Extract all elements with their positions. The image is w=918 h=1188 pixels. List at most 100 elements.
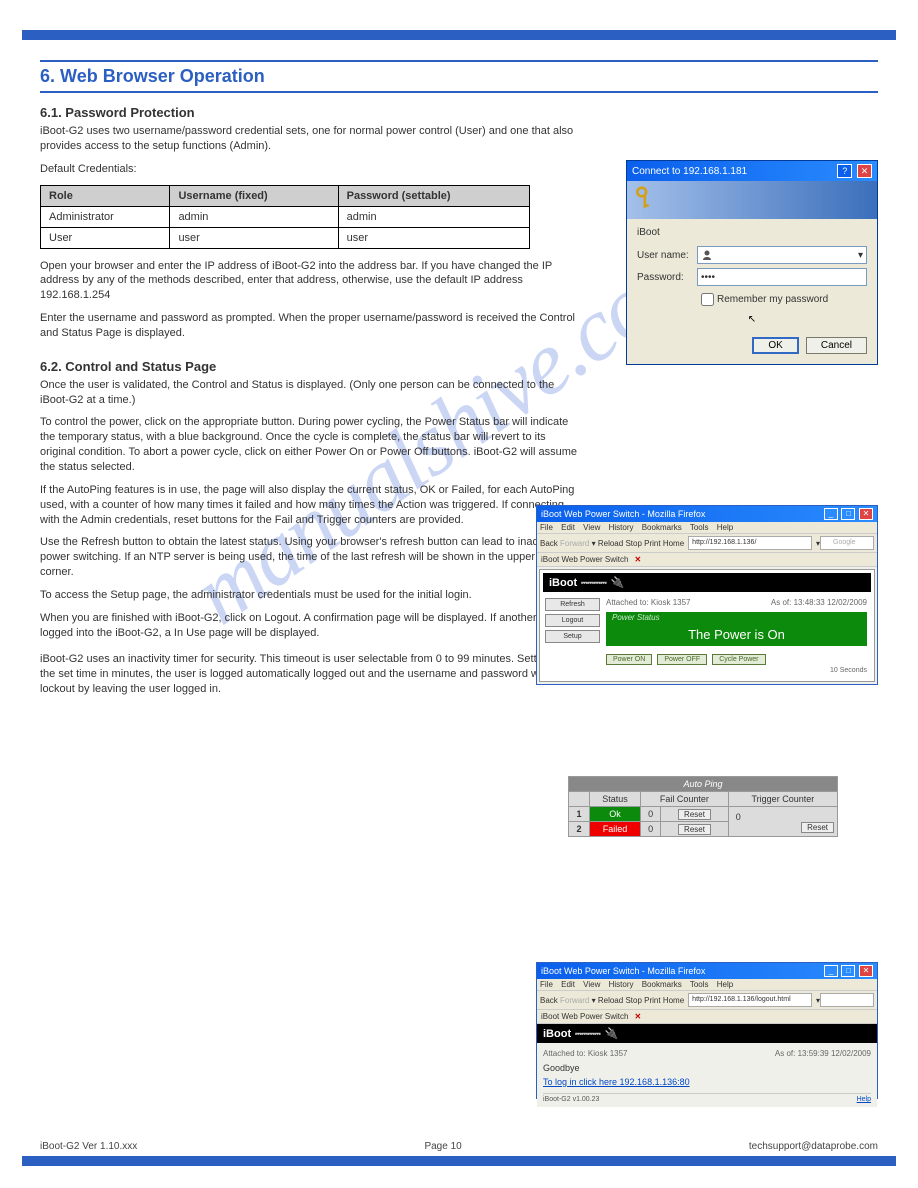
cycle-time: 10 Seconds xyxy=(606,667,867,674)
power-on-button[interactable]: Power ON xyxy=(606,654,652,665)
sub1-p2: Default Credentials: xyxy=(40,162,580,177)
sub1-p1: iBoot-G2 uses two username/password cred… xyxy=(40,124,580,154)
menubar: File Edit View History Bookmarks Tools H… xyxy=(537,979,877,991)
menu-tools[interactable]: Tools xyxy=(690,523,709,532)
sub-password-heading: 6.1. Password Protection xyxy=(40,105,580,120)
reset-button[interactable]: Reset xyxy=(801,822,834,833)
power-status-value: The Power is On xyxy=(606,623,867,646)
remember-checkbox[interactable] xyxy=(701,293,714,306)
sub2-p5: To access the Setup page, the administra… xyxy=(40,588,580,603)
password-label: Password: xyxy=(637,272,697,283)
sub1-p3: Open your browser and enter the IP addre… xyxy=(40,259,580,304)
menu-edit[interactable]: Edit xyxy=(561,980,575,989)
app-label: iBoot xyxy=(637,227,867,238)
menu-help[interactable]: Help xyxy=(717,980,733,989)
username-label: User name: xyxy=(637,250,697,261)
menu-history[interactable]: History xyxy=(609,980,634,989)
tab-close-icon[interactable]: ✕ xyxy=(634,1012,641,1021)
nav-forward: Forward xyxy=(560,996,589,1005)
autoping-title: Auto Ping xyxy=(569,777,838,792)
tab[interactable]: iBoot Web Power Switch xyxy=(541,555,628,564)
menu-file[interactable]: File xyxy=(540,980,553,989)
minimize-icon[interactable]: _ xyxy=(824,508,838,520)
menu-view[interactable]: View xyxy=(583,980,600,989)
cancel-button[interactable]: Cancel xyxy=(806,337,867,354)
nav-print[interactable]: Print xyxy=(644,539,660,548)
login-dialog: Connect to 192.168.1.181 ? ✕ iBoot User … xyxy=(626,160,878,365)
menu-tools[interactable]: Tools xyxy=(690,980,709,989)
footer-left: iBoot-G2 Ver 1.10.xxx xyxy=(40,1141,137,1152)
window-title: iBoot Web Power Switch - Mozilla Firefox xyxy=(541,509,705,519)
close-icon[interactable]: ✕ xyxy=(859,508,873,520)
url-field[interactable]: http://192.168.1.136/ xyxy=(688,536,812,550)
power-off-button[interactable]: Power OFF xyxy=(657,654,707,665)
autoping-table: Auto Ping Status Fail Counter Trigger Co… xyxy=(568,776,838,837)
cred-h3: Password (settable) xyxy=(338,185,529,206)
logout-button[interactable]: Logout xyxy=(545,614,600,627)
nav-reload[interactable]: Reload xyxy=(598,996,623,1005)
search-field[interactable]: Google xyxy=(820,536,874,550)
table-row: User user user xyxy=(41,227,530,248)
menu-file[interactable]: File xyxy=(540,523,553,532)
username-field[interactable]: ▾ xyxy=(697,246,867,264)
nav-home[interactable]: Home xyxy=(663,539,684,548)
setup-button[interactable]: Setup xyxy=(545,630,600,643)
window-title: iBoot Web Power Switch - Mozilla Firefox xyxy=(541,966,705,976)
menu-bookmarks[interactable]: Bookmarks xyxy=(642,980,682,989)
tab-close-icon[interactable]: ✕ xyxy=(634,555,641,564)
tab[interactable]: iBoot Web Power Switch xyxy=(541,1012,628,1021)
attached-label: Attached to: Kiosk 1357 xyxy=(543,1049,628,1058)
nav-home[interactable]: Home xyxy=(663,996,684,1005)
table-row: 1 Ok 0 Reset 0 Reset xyxy=(569,807,838,822)
user-icon xyxy=(701,249,713,261)
section-number: 6. xyxy=(40,66,55,86)
help-link[interactable]: Help xyxy=(857,1096,871,1103)
top-rule xyxy=(22,30,896,40)
maximize-icon[interactable]: □ xyxy=(841,508,855,520)
power-status-label: Power Status xyxy=(606,612,867,623)
browser-status-window: iBoot Web Power Switch - Mozilla Firefox… xyxy=(536,505,878,685)
nav-stop[interactable]: Stop xyxy=(625,996,641,1005)
nav-back[interactable]: Back xyxy=(540,996,558,1005)
ok-button[interactable]: OK xyxy=(752,337,798,354)
login-link[interactable]: To log in click here 192.168.1.136:80 xyxy=(543,1077,690,1087)
menu-edit[interactable]: Edit xyxy=(561,523,575,532)
reset-button[interactable]: Reset xyxy=(678,809,711,820)
reset-button[interactable]: Reset xyxy=(678,824,711,835)
url-field[interactable]: http://192.168.1.136/logout.html xyxy=(688,993,812,1007)
sub2-p3: If the AutoPing features is in use, the … xyxy=(40,483,580,528)
bottom-rule xyxy=(22,1156,896,1166)
dialog-titlebar: Connect to 192.168.1.181 ? ✕ xyxy=(627,161,877,181)
nav-reload[interactable]: Reload xyxy=(598,539,623,548)
nav-stop[interactable]: Stop xyxy=(625,539,641,548)
keys-icon xyxy=(633,185,661,213)
cred-h1: Role xyxy=(41,185,170,206)
refresh-button[interactable]: Refresh xyxy=(545,598,600,611)
nav-back[interactable]: Back xyxy=(540,539,558,548)
nav-print[interactable]: Print xyxy=(644,996,660,1005)
goodbye-text: Goodbye xyxy=(543,1063,871,1073)
sub2-p2: To control the power, click on the appro… xyxy=(40,415,580,474)
page: manualshive.com 6. Web Browser Operation… xyxy=(0,0,918,1188)
close-icon[interactable]: ✕ xyxy=(859,965,873,977)
sub2-p4: Use the Refresh button to obtain the lat… xyxy=(40,535,580,580)
menu-history[interactable]: History xyxy=(609,523,634,532)
iboot-header: iBoot ⎓⎓⎓⎓ 🔌 xyxy=(537,1024,877,1043)
cycle-power-button[interactable]: Cycle Power xyxy=(712,654,765,665)
nav-forward: Forward xyxy=(560,539,589,548)
iboot-header: iBoot ⎓⎓⎓⎓ 🔌 xyxy=(543,573,871,592)
help-icon[interactable]: ? xyxy=(837,164,852,178)
close-icon[interactable]: ✕ xyxy=(857,164,872,178)
menu-bookmarks[interactable]: Bookmarks xyxy=(642,523,682,532)
menu-help[interactable]: Help xyxy=(717,523,733,532)
section-heading: Web Browser Operation xyxy=(60,66,265,86)
menu-view[interactable]: View xyxy=(583,523,600,532)
search-field[interactable] xyxy=(820,993,874,1007)
section-title: 6. Web Browser Operation xyxy=(40,60,878,93)
chevron-down-icon[interactable]: ▾ xyxy=(858,250,863,261)
maximize-icon[interactable]: □ xyxy=(841,965,855,977)
minimize-icon[interactable]: _ xyxy=(824,965,838,977)
footer-right: techsupport@dataprobe.com xyxy=(749,1141,878,1152)
password-field[interactable]: •••• xyxy=(697,268,867,286)
attached-label: Attached to: Kiosk 1357 xyxy=(606,598,691,607)
